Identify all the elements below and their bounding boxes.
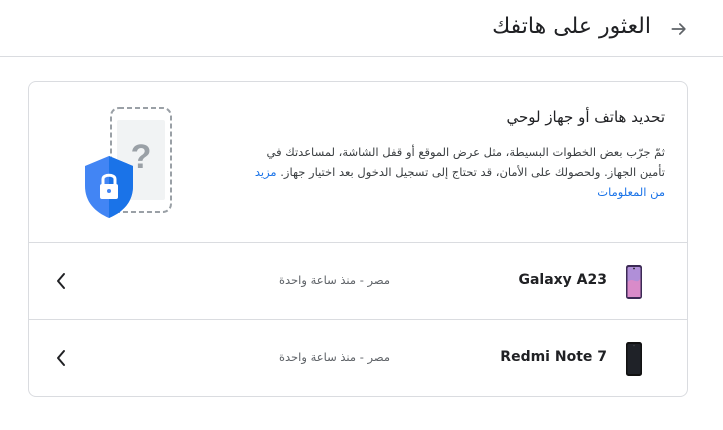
- chevron-left-icon: [51, 269, 71, 293]
- page-title: العثور على هاتفك: [492, 14, 651, 39]
- device-meta: مصر - منذ ساعة واحدة: [279, 273, 391, 287]
- galaxy-phone-icon: [626, 265, 642, 299]
- find-my-phone-page: العثور على هاتفك ? تحديد هاتف أو جهاز لو…: [0, 0, 723, 430]
- page-header: العثور على هاتفك: [0, 0, 723, 57]
- svg-text:?: ?: [131, 138, 152, 176]
- device-meta: مصر - منذ ساعة واحدة: [279, 350, 391, 364]
- devices-card: ? تحديد هاتف أو جهاز لوحي ثمّ جرّب بعض ا…: [28, 81, 688, 397]
- device-row-galaxy-a23[interactable]: Galaxy A23 مصر - منذ ساعة واحدة: [29, 243, 687, 320]
- device-name: Galaxy A23: [518, 272, 607, 288]
- back-button[interactable]: [663, 13, 695, 45]
- intro-section: ? تحديد هاتف أو جهاز لوحي ثمّ جرّب بعض ا…: [29, 82, 687, 243]
- redmi-phone-icon: [626, 342, 642, 376]
- device-name: Redmi Note 7: [500, 349, 607, 365]
- intro-title: تحديد هاتف أو جهاز لوحي: [506, 108, 665, 126]
- intro-description: ثمّ جرّب بعض الخطوات البسيطة، مثل عرض ال…: [245, 142, 665, 202]
- device-row-redmi-note-7[interactable]: Redmi Note 7 مصر - منذ ساعة واحدة: [29, 320, 687, 396]
- intro-description-text: ثمّ جرّب بعض الخطوات البسيطة، مثل عرض ال…: [266, 145, 665, 179]
- chevron-left-icon: [51, 346, 71, 370]
- phone-security-illustration: ?: [85, 107, 172, 218]
- arrow-forward-icon: [671, 23, 686, 35]
